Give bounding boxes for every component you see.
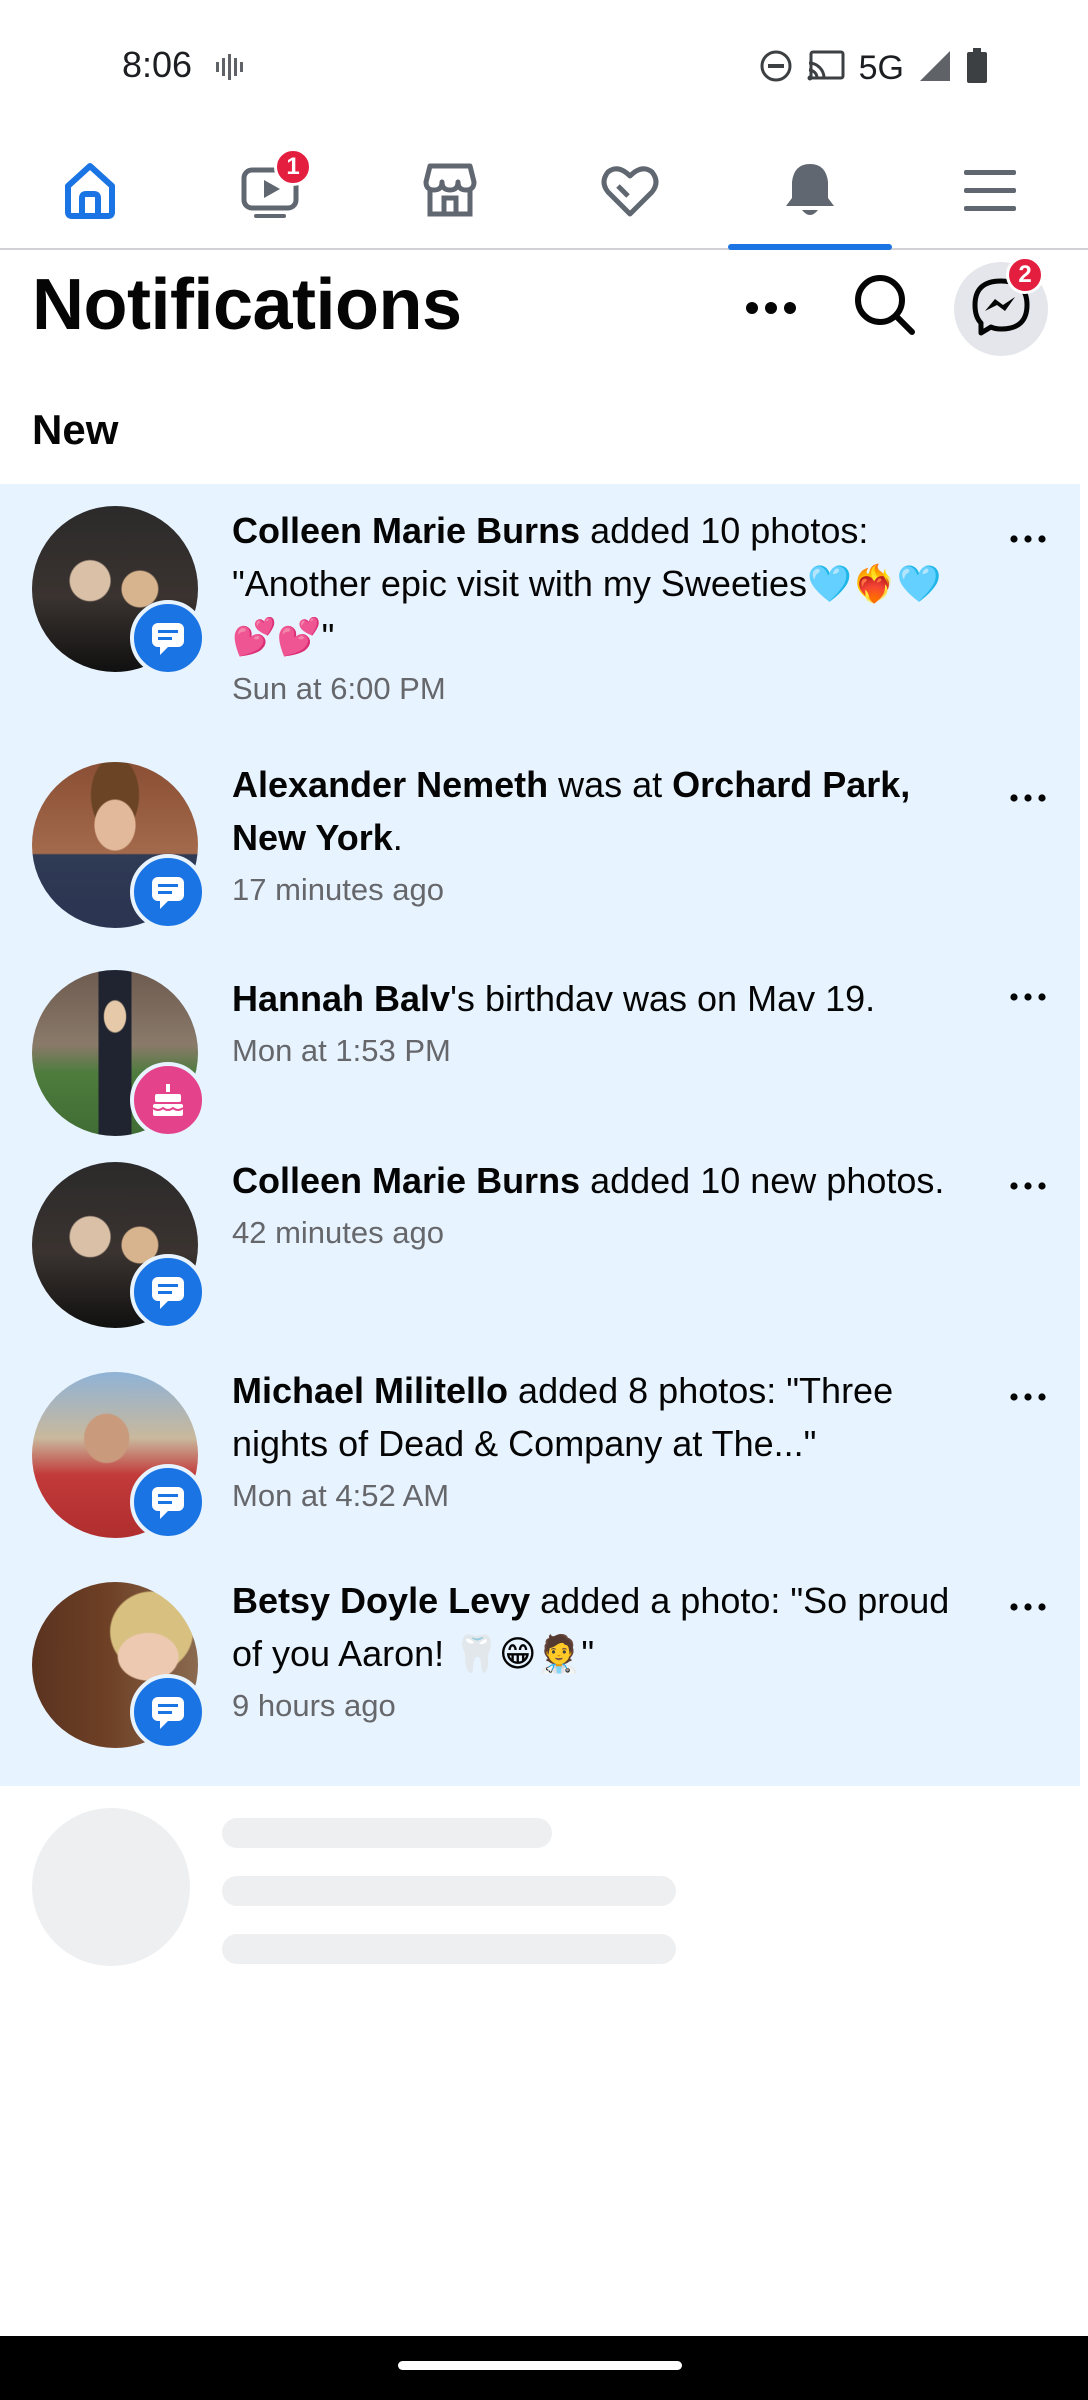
notification-more-button[interactable] — [1000, 1382, 1056, 1412]
notifications-list: Colleen Marie Burns added 10 photos: "An… — [0, 484, 1080, 1786]
loading-placeholder-line — [222, 1818, 552, 1848]
notification-more-button[interactable] — [1000, 1171, 1056, 1201]
notification-body-end: . — [392, 817, 403, 858]
tab-marketplace[interactable] — [360, 134, 540, 250]
tab-home[interactable] — [0, 134, 180, 250]
bell-icon — [778, 158, 842, 227]
loading-placeholder-line — [222, 1876, 676, 1906]
notification-item[interactable]: Betsy Doyle Levy added a photo: "So prou… — [0, 1568, 1080, 1786]
notification-text: Michael Militello added 8 photos: "Three… — [232, 1364, 962, 1520]
notification-item[interactable]: Michael Militello added 8 photos: "Three… — [0, 1358, 1080, 1568]
comment-icon — [130, 1254, 206, 1330]
comment-icon — [130, 854, 206, 930]
home-icon — [58, 158, 122, 227]
cast-icon — [807, 50, 845, 87]
search-icon — [852, 272, 918, 343]
notification-text: Alexander Nemeth was at Orchard Park, Ne… — [232, 758, 962, 914]
notifications-screen: 8:06 5G 1 Notifications 2 New Colleen Ma… — [0, 0, 1088, 2400]
status-bar: 8:06 5G — [0, 0, 1088, 134]
home-gesture-handle[interactable] — [398, 2361, 682, 2370]
notification-item[interactable]: Colleen Marie Burns added 10 photos: "An… — [0, 484, 1080, 728]
tab-menu[interactable] — [900, 134, 1080, 250]
notification-item[interactable]: Colleen Marie Burns added 10 new photos.… — [0, 1146, 1080, 1358]
do-not-disturb-icon — [759, 49, 793, 88]
status-time: 8:06 — [122, 44, 193, 85]
notification-more-button[interactable] — [1000, 783, 1056, 813]
status-icons: 5G — [759, 48, 988, 89]
more-horizontal-icon — [745, 301, 797, 320]
notification-time: 9 hours ago — [232, 1688, 396, 1723]
notification-time: Mon at 1:53 PM — [232, 1033, 451, 1068]
notification-body: was at — [548, 764, 673, 805]
notification-more-button[interactable] — [1000, 982, 1056, 1012]
menu-icon — [960, 160, 1020, 225]
tab-video[interactable]: 1 — [180, 134, 360, 250]
network-label: 5G — [858, 49, 904, 87]
notification-more-button[interactable] — [1000, 1592, 1056, 1622]
signal-icon — [918, 49, 952, 88]
page-title: Notifications — [32, 265, 462, 345]
notification-time: 17 minutes ago — [232, 872, 444, 907]
notification-actor: Michael Militello — [232, 1370, 509, 1411]
comment-icon — [130, 600, 206, 676]
active-tab-indicator — [728, 244, 892, 250]
notification-text: Hannah Balv's birthdav was on Mav 19. Mo… — [232, 972, 962, 1075]
messenger-badge: 2 — [1006, 256, 1044, 294]
notification-time: 42 minutes ago — [232, 1215, 444, 1250]
notification-text: Colleen Marie Burns added 10 new photos.… — [232, 1154, 962, 1257]
messenger-button[interactable]: 2 — [954, 256, 1048, 356]
section-label-new: New — [32, 406, 119, 453]
notification-item[interactable]: Alexander Nemeth was at Orchard Park, Ne… — [0, 728, 1080, 942]
loading-placeholder-avatar — [32, 1808, 190, 1966]
notification-body: added 10 new photos. — [580, 1160, 945, 1201]
top-tab-bar: 1 — [0, 134, 1088, 250]
birthday-cake-icon — [130, 1062, 206, 1138]
video-badge: 1 — [274, 148, 312, 186]
notification-body: 's birthdav was on Mav 19. — [450, 978, 876, 1019]
tab-notifications[interactable] — [720, 134, 900, 250]
marketplace-icon — [418, 158, 482, 227]
notification-time: Sun at 6:00 PM — [232, 671, 446, 706]
more-options-button[interactable] — [736, 280, 806, 340]
notification-item[interactable]: Hannah Balv's birthdav was on Mav 19. Mo… — [0, 942, 1080, 1146]
notification-time: Mon at 4:52 AM — [232, 1478, 450, 1513]
battery-icon — [966, 48, 988, 89]
vibrate-icon — [214, 52, 244, 87]
notification-text: Betsy Doyle Levy added a photo: "So prou… — [232, 1574, 962, 1778]
search-button[interactable] — [848, 270, 922, 344]
comment-icon — [130, 1464, 206, 1540]
dating-heart-icon — [598, 158, 662, 227]
notification-actor: Alexander Nemeth — [232, 764, 549, 805]
tab-dating[interactable] — [540, 134, 720, 250]
comment-icon — [130, 1674, 206, 1750]
notification-actor: Hannah Balv — [232, 978, 451, 1019]
notification-actor: Colleen Marie Burns — [232, 510, 581, 551]
notification-actor: Betsy Doyle Levy — [232, 1580, 531, 1621]
loading-placeholder-line — [222, 1934, 676, 1964]
notification-text: Colleen Marie Burns added 10 photos: "An… — [232, 504, 962, 713]
notification-actor: Colleen Marie Burns — [232, 1160, 581, 1201]
notification-more-button[interactable] — [1000, 524, 1056, 554]
